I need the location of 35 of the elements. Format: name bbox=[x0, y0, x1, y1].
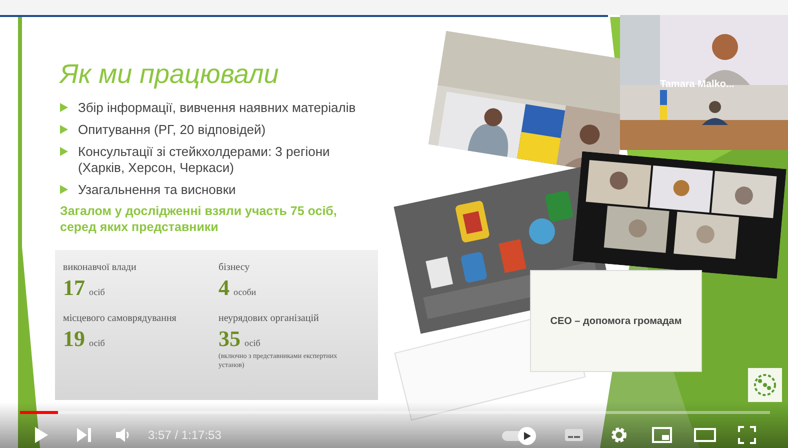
theater-mode-icon[interactable] bbox=[694, 428, 716, 442]
progress-track[interactable] bbox=[20, 411, 770, 414]
bullet-text: Консультації зі стейкхолдерами: 3 регіони (Харків, Херсон, Черкаси) bbox=[78, 144, 331, 176]
next-icon[interactable] bbox=[75, 426, 93, 444]
fullscreen-icon[interactable] bbox=[738, 426, 756, 444]
time-display: 3:57 / 1:17:53 bbox=[148, 427, 222, 444]
bullet-icon bbox=[60, 146, 68, 156]
summary-text: Загалом у дослідженні взяли участь 75 осіб, серед яких представники bbox=[60, 202, 338, 235]
stat-unit: осіб bbox=[89, 336, 105, 350]
stat-number: 4 bbox=[218, 277, 230, 299]
slide-title: Як ми працювали bbox=[60, 58, 280, 91]
bullet-icon bbox=[60, 184, 68, 194]
stat-label: виконавчої влади bbox=[63, 261, 138, 275]
play-icon bbox=[523, 432, 531, 440]
stat-unit: осіб bbox=[244, 336, 260, 350]
logo-icon bbox=[748, 368, 782, 402]
stat-label: місцевого самоврядування bbox=[63, 312, 178, 326]
mini-slide-title: СЕО – допомога громадам bbox=[550, 314, 682, 328]
bullet-text: Узагальнення та висновки bbox=[78, 182, 237, 198]
stat-label: бізнесу bbox=[218, 261, 251, 275]
stat-number: 19 bbox=[63, 328, 85, 350]
stat-unit: осіб bbox=[89, 286, 105, 298]
play-icon[interactable] bbox=[32, 425, 50, 445]
bullet-icon bbox=[60, 124, 68, 134]
bullet-text: Збір інформації, вивчення наявних матеріалів bbox=[78, 100, 357, 116]
stat-number: 35 bbox=[218, 328, 240, 350]
bullet-text: Опитування (РГ, 20 відповідей) bbox=[78, 122, 267, 138]
autoplay-toggle[interactable] bbox=[502, 427, 538, 443]
stat-unit: особи bbox=[234, 286, 256, 298]
miniplayer-icon[interactable] bbox=[652, 427, 672, 443]
bullet-icon bbox=[60, 102, 68, 112]
subtitles-icon[interactable] bbox=[564, 427, 584, 443]
settings-icon[interactable] bbox=[610, 426, 628, 444]
stat-label: неурядових організацій bbox=[218, 312, 320, 326]
stat-number: 17 bbox=[63, 277, 85, 299]
